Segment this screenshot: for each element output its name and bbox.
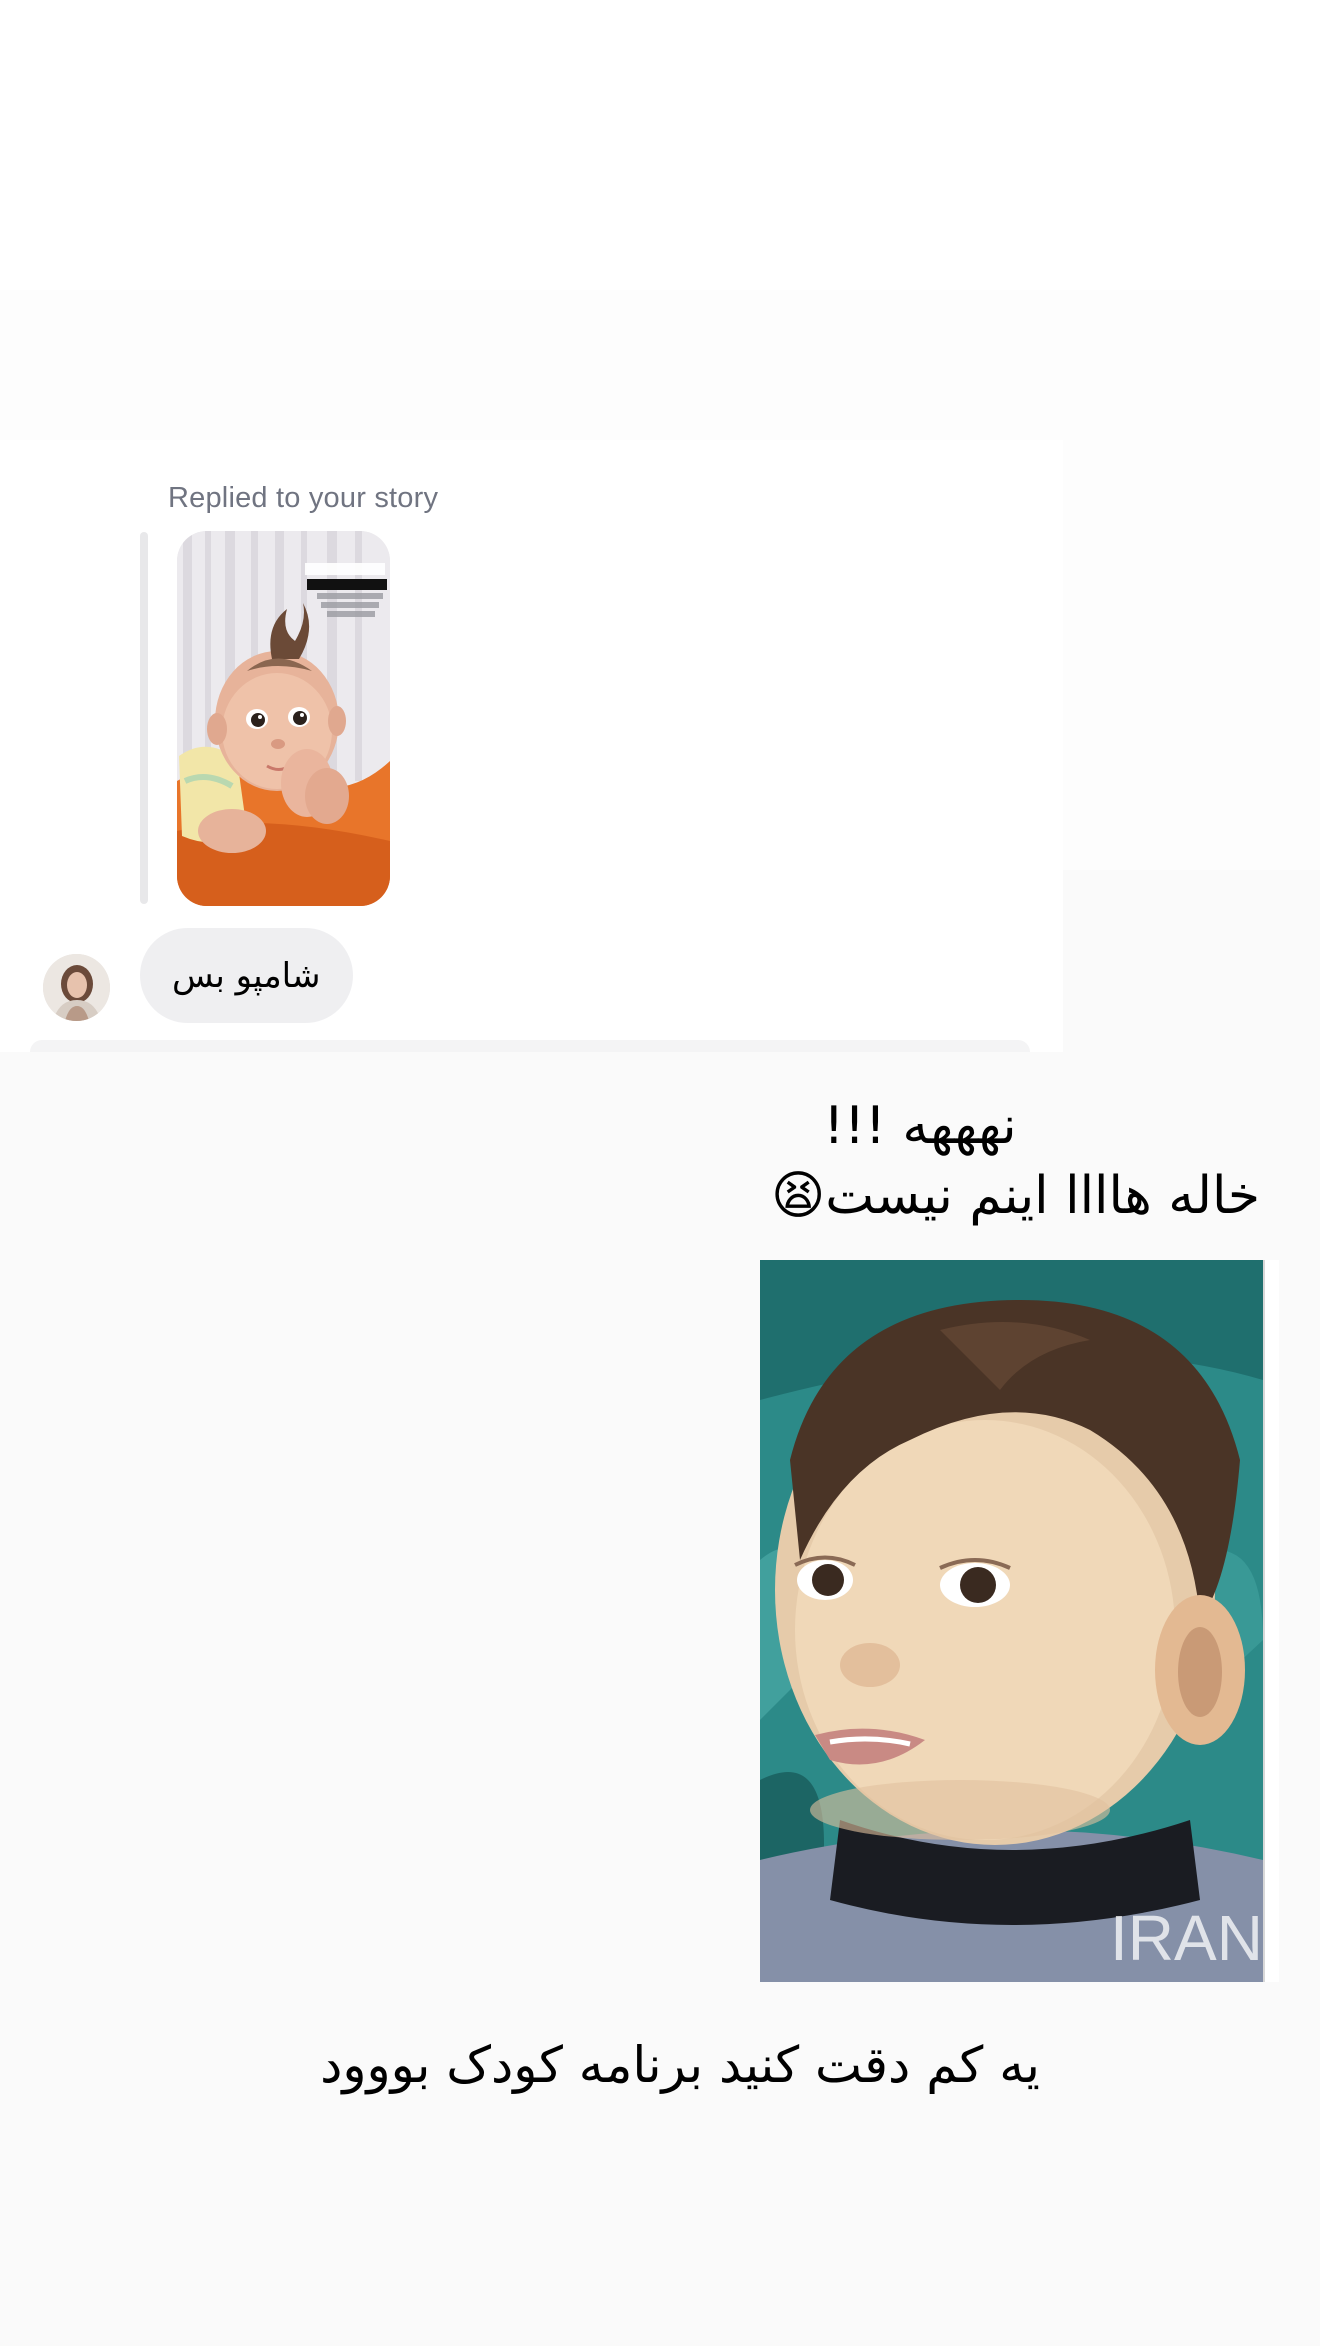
reply-quote-bar bbox=[140, 532, 148, 904]
replied-to-story-label: Replied to your story bbox=[168, 482, 439, 514]
story-thumbnail[interactable] bbox=[177, 531, 390, 906]
child-photo: IRAN bbox=[760, 1260, 1263, 1982]
chat-card-bottom-edge bbox=[30, 1040, 1030, 1052]
incoming-message-bubble[interactable]: شامپو بس bbox=[140, 928, 353, 1023]
user-avatar-icon bbox=[43, 954, 110, 1021]
photo-right-edge bbox=[1263, 1260, 1279, 1982]
incoming-message-text: شامپو بس bbox=[172, 955, 321, 996]
story-thumbnail-baby-photo-icon bbox=[177, 531, 390, 906]
post-caption-line-2: خاله هاااا اینم نیست😫 bbox=[771, 1166, 1260, 1226]
child-photo-icon: IRAN bbox=[760, 1260, 1263, 1982]
post-footer-caption: یه کم دقت کنید برنامه کودک بووود bbox=[320, 2036, 1040, 2094]
photo-watermark: IRAN bbox=[1110, 1902, 1263, 1974]
top-fade-area bbox=[0, 290, 1320, 440]
chat-card-right-area bbox=[1063, 440, 1320, 870]
post-caption-line-1: نهههه !!! bbox=[823, 1096, 1017, 1156]
user-avatar[interactable] bbox=[43, 954, 110, 1021]
